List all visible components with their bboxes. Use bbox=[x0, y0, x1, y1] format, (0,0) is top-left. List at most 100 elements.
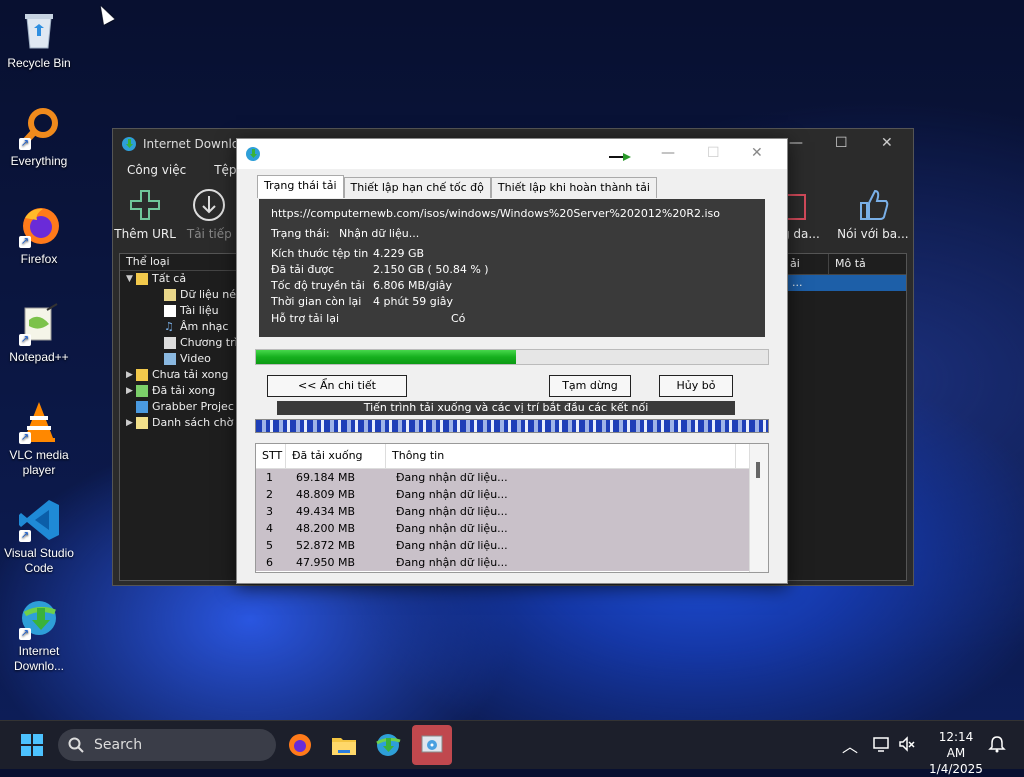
info-value: Có bbox=[451, 312, 466, 325]
vscode-icon: ↗ bbox=[17, 498, 61, 542]
mouse-cursor-icon bbox=[95, 3, 115, 25]
shortcut-arrow-icon: ↗ bbox=[19, 432, 31, 444]
tab-download-status[interactable]: Trạng thái tải bbox=[257, 175, 344, 198]
connections-table-header: STT Đã tải xuống Thông tin bbox=[256, 444, 768, 469]
volume-muted-icon[interactable] bbox=[898, 735, 916, 753]
queue-folder-icon bbox=[136, 417, 148, 429]
taskbar-active-app[interactable] bbox=[412, 725, 452, 765]
hide-details-button[interactable]: << Ẩn chi tiết bbox=[267, 375, 407, 397]
disc-installer-icon bbox=[421, 735, 443, 753]
download-list-row-selected[interactable]: ... bbox=[786, 275, 906, 291]
desktop-icon-notepadpp[interactable]: ↗ Notepad++ bbox=[4, 302, 74, 365]
shortcut-arrow-icon: ↗ bbox=[19, 334, 31, 346]
desktop-icon-idm[interactable]: ↗ Internet Downlo... bbox=[4, 596, 74, 674]
taskbar-firefox[interactable] bbox=[284, 729, 316, 761]
close-icon[interactable]: ✕ bbox=[751, 145, 763, 161]
desktop-icon-vscode[interactable]: ↗ Visual Studio Code bbox=[4, 498, 74, 576]
column-header[interactable]: ải bbox=[786, 254, 829, 274]
chevron-up-icon[interactable]: ︿ bbox=[842, 733, 858, 757]
download-list-pane: ải Mô tả ... bbox=[785, 253, 907, 581]
info-value: 4 phút 59 giây bbox=[373, 295, 454, 308]
desktop-icon-firefox[interactable]: ↗ Firefox bbox=[4, 204, 74, 267]
connections-table: STT Đã tải xuống Thông tin 1 69.184 MB Đan… bbox=[255, 443, 769, 573]
row-info: Đang nhận dữ liệu... bbox=[396, 539, 508, 552]
row-cell: ... bbox=[792, 276, 803, 289]
table-row[interactable]: 1 69.184 MB Đang nhận dữ liệu... bbox=[256, 469, 768, 486]
table-row[interactable]: 5 52.872 MB Đang nhận dữ liệu... bbox=[256, 537, 768, 554]
download-arrow-icon bbox=[191, 187, 227, 223]
desktop-icon-label: Everything bbox=[10, 154, 68, 168]
minimize-icon[interactable]: — bbox=[789, 135, 803, 151]
tree-item-label: Chưa tải xong bbox=[152, 368, 229, 381]
info-row-transfer-rate: Tốc độ truyền tải 6.806 MB/giây bbox=[271, 279, 452, 292]
desktop-icon-everything[interactable]: ↗ Everything bbox=[4, 106, 74, 169]
row-size: 49.434 MB bbox=[296, 505, 356, 518]
row-size: 52.872 MB bbox=[296, 539, 356, 552]
notification-bell-icon[interactable] bbox=[988, 735, 1006, 753]
music-note-icon: ♫ bbox=[164, 320, 174, 333]
table-row[interactable]: 3 49.434 MB Đang nhận dữ liệu... bbox=[256, 503, 768, 520]
menu-item-jobs[interactable]: Công việc bbox=[127, 163, 186, 177]
pause-button[interactable]: Tạm dừng bbox=[549, 375, 631, 397]
thumbs-up-icon bbox=[855, 187, 891, 223]
table-row[interactable]: 6 47.950 MB Đang nhận dữ liệu... bbox=[256, 554, 768, 571]
cancel-button[interactable]: Hủy bỏ bbox=[659, 375, 733, 397]
row-number: 3 bbox=[266, 505, 273, 518]
info-value: 6.806 MB/giây bbox=[373, 279, 453, 292]
row-number: 6 bbox=[266, 556, 273, 569]
desktop-icon-label: Internet Downlo... bbox=[13, 644, 65, 673]
row-number: 2 bbox=[266, 488, 273, 501]
column-header-number[interactable]: STT bbox=[256, 444, 286, 468]
grabber-icon bbox=[136, 401, 148, 413]
taskbar-file-explorer[interactable] bbox=[328, 729, 360, 761]
dialog-titlebar[interactable]: — ☐ ✕ bbox=[237, 139, 787, 169]
column-header-downloaded[interactable]: Đã tải xuống bbox=[286, 444, 386, 468]
chevron-right-icon[interactable]: ▶ bbox=[126, 415, 136, 431]
info-row-file-size: Kích thước tệp tin 4.229 GB bbox=[271, 247, 424, 260]
row-size: 69.184 MB bbox=[296, 471, 356, 484]
idm-icon bbox=[376, 734, 401, 756]
taskbar-idm[interactable] bbox=[372, 729, 404, 761]
recycle-bin-icon bbox=[17, 8, 61, 52]
add-url-button[interactable]: Thêm URL bbox=[113, 187, 177, 241]
column-header-description[interactable]: Mô tả bbox=[829, 254, 866, 274]
desktop-icon-label: Recycle Bin bbox=[7, 56, 71, 70]
desktop-icon-recycle-bin[interactable]: Recycle Bin bbox=[4, 8, 74, 71]
row-number: 5 bbox=[266, 539, 273, 552]
shortcut-arrow-icon: ↗ bbox=[19, 530, 31, 542]
chevron-right-icon[interactable]: ▶ bbox=[126, 383, 136, 399]
connections-table-scrollbar[interactable] bbox=[749, 444, 768, 572]
download-info-panel: https://computernewb.com/isos/windows/Wi… bbox=[259, 199, 765, 337]
row-size: 48.809 MB bbox=[296, 488, 356, 501]
dialog-tabs: Trạng thái tải Thiết lập hạn chế tốc độ … bbox=[257, 175, 657, 198]
row-number: 1 bbox=[266, 471, 273, 484]
desktop-icon-vlc[interactable]: ↗ VLC media player bbox=[4, 400, 74, 478]
tab-speed-limiter[interactable]: Thiết lập hạn chế tốc độ bbox=[343, 177, 491, 198]
start-button[interactable] bbox=[16, 729, 48, 761]
tree-item-label: Đã tải xong bbox=[152, 384, 216, 397]
resume-button[interactable]: Tải tiếp bbox=[177, 187, 241, 241]
scrollbar-thumb[interactable] bbox=[756, 462, 760, 478]
download-progress-bar bbox=[255, 349, 769, 365]
network-icon[interactable] bbox=[872, 735, 890, 753]
minimize-icon[interactable]: — bbox=[661, 145, 675, 161]
row-info: Đang nhận dữ liệu... bbox=[396, 488, 508, 501]
chevron-down-icon[interactable]: ▼ bbox=[126, 271, 136, 287]
clock[interactable]: 12:14 AM 1/4/2025 bbox=[928, 729, 984, 777]
close-icon[interactable]: ✕ bbox=[881, 135, 893, 151]
tree-item-label: Grabber Projec bbox=[152, 400, 234, 413]
info-label: Đã tải được bbox=[271, 263, 335, 276]
table-row[interactable]: 2 48.809 MB Đang nhận dữ liệu... bbox=[256, 486, 768, 503]
maximize-icon[interactable]: ☐ bbox=[835, 135, 848, 151]
tree-item-label: Âm nhạc bbox=[180, 320, 229, 333]
folder-icon bbox=[136, 273, 148, 285]
tab-on-completion[interactable]: Thiết lập khi hoàn thành tải bbox=[490, 177, 657, 198]
chevron-right-icon[interactable]: ▶ bbox=[126, 367, 136, 383]
table-row[interactable]: 4 48.200 MB Đang nhận dữ liệu... bbox=[256, 520, 768, 537]
taskbar-search-box[interactable]: Search bbox=[58, 729, 276, 761]
download-progress-dialog[interactable]: — ☐ ✕ Trạng thái tải Thiết lập hạn chế t… bbox=[236, 138, 788, 584]
column-header-info[interactable]: Thông tin bbox=[386, 444, 736, 468]
firefox-icon bbox=[289, 734, 311, 756]
shortcut-arrow-icon: ↗ bbox=[19, 138, 31, 150]
tell-friend-button[interactable]: Nói với ba... bbox=[833, 187, 913, 241]
